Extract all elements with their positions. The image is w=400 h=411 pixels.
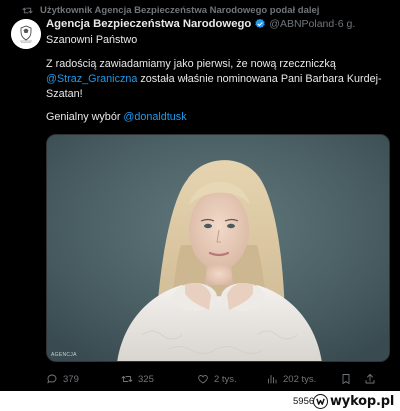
- view-count: 202 tys.: [283, 373, 317, 385]
- action-bar: 379 325 2 tys. 202 tys.: [46, 371, 386, 387]
- bookmark-button[interactable]: [340, 371, 357, 387]
- views-icon: [268, 375, 277, 384]
- repost-text: Użytkownik Agencja Bezpieczeństwa Narodo…: [40, 4, 320, 16]
- post-header: Agencja Bezpieczeństwa Narodowego @ABNPo…: [46, 16, 355, 32]
- share-icon: [365, 374, 375, 384]
- reply-count: 379: [63, 373, 79, 385]
- author-handle[interactable]: @ABNPoland: [269, 18, 334, 30]
- repost-count: 325: [138, 373, 154, 385]
- post-body: Z radością zawiadamiamy jako pierwsi, że…: [46, 57, 386, 102]
- heart-icon: [198, 375, 208, 384]
- site-logo[interactable]: wykop.pl: [313, 393, 394, 409]
- repost-icon: [121, 376, 133, 382]
- reply-icon: [47, 374, 57, 384]
- post-time[interactable]: 6 g.: [338, 18, 356, 30]
- site-name: wykop.pl: [330, 393, 395, 409]
- wykop-logo-icon: [313, 393, 328, 409]
- repost-context: Użytkownik Agencja Bezpieczeństwa Narodo…: [22, 3, 319, 17]
- closing-text: Genialny wybór: [46, 111, 124, 123]
- avatar[interactable]: [11, 19, 41, 49]
- reply-button[interactable]: 379: [46, 371, 79, 387]
- repost-button[interactable]: 325: [121, 371, 154, 387]
- mention-donaldtusk[interactable]: @donaldtusk: [123, 111, 186, 123]
- views-button[interactable]: 202 tys.: [266, 371, 316, 387]
- bookmark-icon: [342, 374, 350, 384]
- like-button[interactable]: 2 tys.: [197, 371, 237, 387]
- portrait-photo: [47, 135, 389, 361]
- author-name[interactable]: Agencja Bezpieczeństwa Narodowego: [46, 18, 251, 30]
- share-button[interactable]: [364, 371, 381, 387]
- verified-badge-icon: [255, 18, 265, 29]
- post-image[interactable]: AGENCJA: [46, 134, 390, 362]
- post-closing: Genialny wybór @donaldtusk: [46, 110, 386, 125]
- like-count: 2 tys.: [214, 373, 237, 385]
- mention-straz-graniczna[interactable]: @Straz_Graniczna: [46, 73, 137, 85]
- post-card[interactable]: Użytkownik Agencja Bezpieczeństwa Narodo…: [0, 0, 400, 391]
- post-greeting: Szanowni Państwo: [46, 34, 138, 46]
- post-body-start: Z radością zawiadamiamy jako pierwsi, że…: [46, 58, 336, 70]
- image-credit: AGENCJA: [51, 352, 77, 358]
- repost-icon: [22, 7, 33, 13]
